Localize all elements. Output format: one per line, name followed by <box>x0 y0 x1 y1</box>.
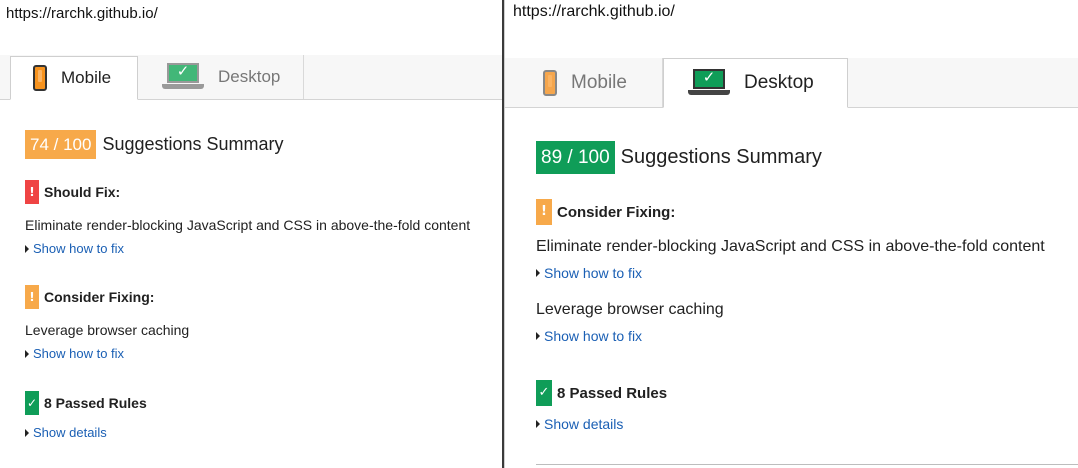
consider-fixing-title: Consider Fixing: <box>44 289 155 305</box>
tab-mobile-label: Mobile <box>61 68 112 87</box>
tab-desktop[interactable]: Desktop <box>663 58 848 108</box>
caret-right-icon <box>536 332 540 340</box>
caret-right-icon <box>25 349 29 358</box>
score-badge: 89 / 100 <box>536 141 615 174</box>
tab-mobile[interactable]: Mobile <box>521 58 663 107</box>
score-summary: 89 / 100 Suggestions Summary <box>536 141 822 174</box>
link-label: Show how to fix <box>544 265 643 281</box>
link-label: Show how to fix <box>33 346 125 361</box>
caret-right-icon <box>25 244 29 253</box>
summary-title: Suggestions Summary <box>620 146 822 168</box>
warning-red-icon: ! <box>25 180 39 204</box>
phone-icon <box>543 69 557 96</box>
link-label: Show how to fix <box>544 328 643 344</box>
show-how-to-fix-link[interactable]: Show how to fix <box>25 241 124 256</box>
show-how-to-fix-link[interactable]: Show how to fix <box>25 346 124 361</box>
rule-render-blocking: Eliminate render-blocking JavaScript and… <box>25 217 471 233</box>
check-icon: ✓ <box>536 380 552 406</box>
score-badge: 74 / 100 <box>25 130 97 159</box>
device-tab-bar: Mobile Desktop <box>0 55 502 100</box>
passed-rules-header: ✓ 8 Passed Rules <box>536 380 667 406</box>
mobile-report-panel: https://rarchk.github.io/ Mobile Desktop… <box>0 0 502 468</box>
link-label: Show how to fix <box>33 241 125 256</box>
caret-right-icon <box>536 269 540 277</box>
passed-rules-title: 8 Passed Rules <box>557 384 668 402</box>
should-fix-header: ! Should Fix: <box>25 180 120 204</box>
show-how-to-fix-link[interactable]: Show how to fix <box>536 328 642 344</box>
device-tab-bar: Mobile Desktop <box>505 58 1078 108</box>
phone-icon <box>33 65 47 91</box>
warning-orange-icon: ! <box>536 199 552 225</box>
consider-fixing-header: ! Consider Fixing: <box>25 285 154 309</box>
page-url: https://rarchk.github.io/ <box>513 3 675 20</box>
laptop-icon <box>688 68 730 97</box>
page-url: https://rarchk.github.io/ <box>6 5 158 22</box>
caret-right-icon <box>25 428 29 437</box>
link-label: Show details <box>544 416 624 432</box>
tab-mobile-label: Mobile <box>571 71 627 93</box>
show-details-link[interactable]: Show details <box>536 416 623 432</box>
caret-right-icon <box>536 420 540 428</box>
rule-browser-caching: Leverage browser caching <box>536 301 724 318</box>
tab-mobile[interactable]: Mobile <box>10 56 138 100</box>
warning-orange-icon: ! <box>25 285 39 309</box>
show-how-to-fix-link[interactable]: Show how to fix <box>536 265 642 281</box>
tab-desktop-label: Desktop <box>744 72 814 93</box>
laptop-icon <box>162 62 204 91</box>
summary-title: Suggestions Summary <box>102 134 284 154</box>
should-fix-title: Should Fix: <box>44 184 121 200</box>
rule-render-blocking: Eliminate render-blocking JavaScript and… <box>536 238 1045 255</box>
rule-browser-caching: Leverage browser caching <box>25 322 190 338</box>
score-summary: 74 / 100 Suggestions Summary <box>25 130 284 159</box>
passed-rules-title: 8 Passed Rules <box>44 395 147 411</box>
link-label: Show details <box>33 425 107 440</box>
consider-fixing-title: Consider Fixing: <box>557 203 676 221</box>
passed-rules-header: ✓ 8 Passed Rules <box>25 391 147 415</box>
tab-desktop-label: Desktop <box>218 67 281 86</box>
desktop-report-panel: https://rarchk.github.io/ Mobile Desktop… <box>504 0 1078 468</box>
check-icon: ✓ <box>25 391 39 415</box>
consider-fixing-header: ! Consider Fixing: <box>536 199 675 225</box>
section-divider <box>536 464 1078 465</box>
show-details-link[interactable]: Show details <box>25 425 107 440</box>
tab-desktop[interactable]: Desktop <box>140 55 304 99</box>
